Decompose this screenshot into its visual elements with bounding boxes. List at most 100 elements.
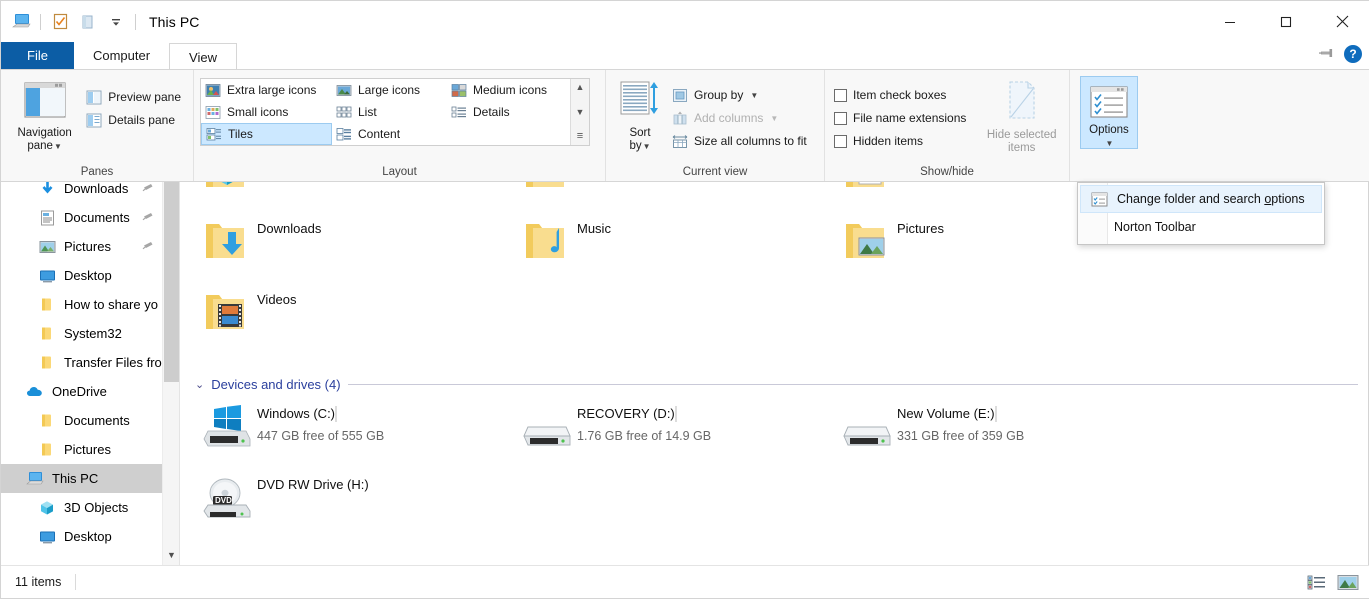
sidebar-item-documents[interactable]: Documents (1, 203, 179, 232)
properties-icon[interactable] (48, 11, 72, 33)
close-button[interactable] (1314, 1, 1369, 42)
layout-gallery-scrollbar[interactable]: ▲ ▼ ≡ (570, 79, 589, 145)
navigation-pane-button[interactable]: Navigation pane▼ (7, 76, 82, 153)
current-view-list: Group by ▼ Add columns (668, 76, 813, 152)
sidebar-item-onedrive-pictures[interactable]: Pictures (1, 435, 179, 464)
view-list[interactable]: List (332, 101, 447, 123)
details-view-button[interactable] (1304, 571, 1328, 593)
svg-text:DVD: DVD (215, 496, 232, 505)
view-label: Medium icons (473, 83, 547, 97)
tile-drive-c[interactable]: Windows (C:) 447 GB free of 555 GB (195, 396, 515, 467)
status-separator (75, 574, 76, 590)
pin-icon (142, 210, 155, 226)
sidebar-item-downloads[interactable]: Downloads (1, 182, 179, 203)
tile-body: DVD RW Drive (H:) (257, 472, 515, 494)
3d-objects-folder-icon (195, 182, 257, 191)
qat-separator-2 (135, 14, 136, 30)
view-label: List (358, 105, 377, 119)
sidebar-item-onedrive[interactable]: OneDrive (1, 377, 179, 406)
gallery-scroll-up-icon[interactable]: ▲ (576, 82, 585, 93)
this-pc-icon (25, 471, 45, 486)
layout-gallery: Extra large icons S (200, 78, 590, 146)
sidebar-item-3d-objects[interactable]: 3D Objects (1, 493, 179, 522)
menu-item-norton-toolbar[interactable]: Norton Toolbar (1078, 213, 1324, 241)
devices-group-header[interactable]: ⌄ Devices and drives (4) (181, 372, 1368, 396)
tile-drive-d[interactable]: RECOVERY (D:) 1.76 GB free of 14.9 GB (515, 396, 835, 467)
add-columns-button[interactable]: Add columns ▼ (668, 107, 813, 129)
large-icons-view-button[interactable] (1336, 571, 1360, 593)
view-small-icons[interactable]: Small icons (201, 101, 332, 123)
options-button[interactable]: Options▼ (1080, 76, 1138, 149)
sidebar-item-this-pc[interactable]: This PC (1, 464, 179, 493)
chevron-down-icon[interactable]: ⌄ (195, 378, 204, 391)
details-pane-icon (85, 112, 102, 129)
sidebar-item-how-to-share[interactable]: How to share yo (1, 290, 179, 319)
tile-desktop[interactable]: Desktop (515, 182, 835, 211)
customize-dropdown-icon[interactable] (104, 11, 128, 33)
tab-view[interactable]: View (169, 43, 237, 70)
tile-3d-objects[interactable]: 3D Objects (195, 182, 515, 211)
sidebar-item-pictures[interactable]: Pictures (1, 232, 179, 261)
view-large-icons[interactable]: Large icons (332, 79, 447, 101)
view-details[interactable]: Details (447, 101, 570, 123)
new-folder-icon[interactable] (76, 11, 100, 33)
item-check-boxes-checkbox[interactable]: Item check boxes (831, 84, 972, 106)
minimize-button[interactable] (1202, 1, 1258, 42)
sidebar-item-desktop-pc[interactable]: Desktop (1, 522, 179, 551)
layout-gallery-column-1: Extra large icons S (201, 79, 332, 145)
sort-by-button[interactable]: Sort by▼ (612, 76, 668, 153)
view-content[interactable]: Content (332, 123, 447, 145)
tab-file[interactable]: File (1, 42, 74, 69)
view-medium-icons[interactable]: Medium icons (447, 79, 570, 101)
view-extra-large-icons[interactable]: Extra large icons (201, 79, 332, 101)
file-explorer-window: This PC File Computer View (0, 0, 1369, 599)
group-label-panes: Panes (1, 165, 193, 181)
folder-icon (37, 413, 57, 428)
tab-computer[interactable]: Computer (74, 42, 169, 69)
hidden-items-label: Hidden items (853, 134, 923, 148)
file-name-extensions-checkbox[interactable]: File name extensions (831, 107, 972, 129)
sidebar-item-desktop[interactable]: Desktop (1, 261, 179, 290)
tile-drive-h[interactable]: DVD DVD RW Drive (H:) (195, 467, 515, 538)
help-icon[interactable]: ? (1344, 45, 1362, 63)
hidden-items-checkbox[interactable]: Hidden items (831, 130, 972, 152)
view-tiles[interactable]: Tiles (201, 123, 332, 145)
sidebar-item-label: Documents (64, 210, 130, 225)
details-pane-button[interactable]: Details pane (82, 109, 187, 131)
preview-pane-button[interactable]: Preview pane (82, 86, 187, 108)
sidebar-item-label: Downloads (64, 182, 128, 196)
tile-body: Windows (C:) 447 GB free of 555 GB (257, 401, 515, 445)
sidebar-item-system32[interactable]: System32 (1, 319, 179, 348)
capacity-text: 331 GB free of 359 GB (897, 427, 1155, 445)
tile-drive-e[interactable]: New Volume (E:) 331 GB free of 359 GB (835, 396, 1155, 467)
downloads-icon (37, 182, 57, 197)
window-controls (1202, 1, 1369, 42)
ribbon-group-panes: Navigation pane▼ Preview pane (1, 70, 193, 181)
preview-pane-icon (85, 89, 102, 106)
menu-item-change-folder-options[interactable]: Change folder and search options (1080, 185, 1322, 213)
tile-body: Downloads (257, 216, 515, 238)
group-by-button[interactable]: Group by ▼ (668, 84, 813, 106)
sidebar-item-onedrive-documents[interactable]: Documents (1, 406, 179, 435)
chevron-down-icon[interactable]: ▼ (163, 546, 180, 563)
view-label: Small icons (227, 105, 288, 119)
tile-music[interactable]: Music (515, 211, 835, 282)
scrollbar-thumb[interactable] (164, 182, 179, 382)
quick-access-toolbar: This PC (1, 1, 200, 42)
pin-ribbon-icon[interactable] (1319, 46, 1335, 63)
sidebar-item-transfer-files[interactable]: Transfer Files fro (1, 348, 179, 377)
group-by-icon (671, 87, 688, 104)
navigation-pane-scrollbar[interactable]: ▼ (162, 182, 179, 565)
gallery-expand-icon[interactable]: ≡ (577, 131, 583, 142)
preview-pane-label: Preview pane (108, 90, 181, 104)
this-pc-icon[interactable] (9, 11, 33, 33)
size-all-columns-button[interactable]: Size all columns to fit (668, 130, 813, 152)
sidebar-item-label: Desktop (64, 268, 112, 283)
group-label-show-hide: Show/hide (825, 165, 1069, 181)
small-icons-icon (204, 104, 221, 121)
tile-videos[interactable]: Videos (195, 282, 515, 353)
maximize-button[interactable] (1258, 1, 1314, 42)
hide-selected-items-button[interactable]: Hide selected items (980, 76, 1063, 155)
gallery-scroll-down-icon[interactable]: ▼ (576, 107, 585, 118)
tile-downloads[interactable]: Downloads (195, 211, 515, 282)
